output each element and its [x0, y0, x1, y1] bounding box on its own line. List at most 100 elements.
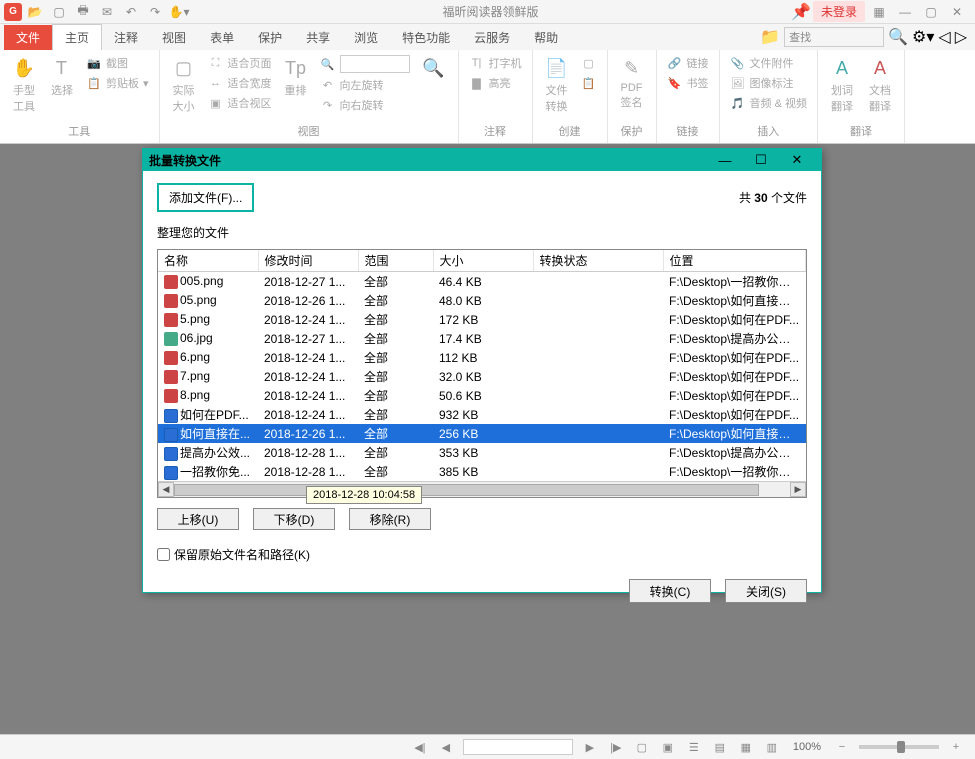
- tab-annotate[interactable]: 注释: [102, 25, 150, 50]
- search-input[interactable]: 查找: [784, 27, 884, 47]
- rotate-right-button[interactable]: ↷向右旋转: [318, 96, 412, 114]
- cursor-icon[interactable]: ✋▾: [168, 2, 190, 22]
- redo-icon[interactable]: ↷: [144, 2, 166, 22]
- file-table[interactable]: 名称 修改时间 范围 大小 转换状态 位置 005.png2018-12-27 …: [158, 250, 806, 481]
- open-icon[interactable]: 📂: [24, 2, 46, 22]
- tab-form[interactable]: 表单: [198, 25, 246, 50]
- col-name[interactable]: 名称: [158, 250, 258, 272]
- dialog-minimize-button[interactable]: —: [707, 149, 743, 171]
- fit-page-button[interactable]: ⛶适合页面: [206, 54, 274, 72]
- move-up-button[interactable]: 上移(U): [157, 508, 239, 530]
- print-icon[interactable]: 🖶: [72, 2, 94, 22]
- table-row[interactable]: 6.png2018-12-24 1...全部112 KBF:\Desktop\如…: [158, 348, 806, 367]
- pdf-sign-button[interactable]: ✎PDF 签名: [616, 54, 648, 112]
- zoom-slider[interactable]: [859, 745, 939, 749]
- tab-home[interactable]: 主页: [52, 24, 102, 50]
- zoom-input[interactable]: [340, 55, 410, 73]
- attach-button[interactable]: 📎文件附件: [728, 54, 809, 72]
- tab-feature[interactable]: 特色功能: [390, 25, 462, 50]
- scroll-left-icon[interactable]: ◀: [158, 482, 174, 497]
- page-number-input[interactable]: [463, 739, 573, 755]
- col-scope[interactable]: 范围: [358, 250, 433, 272]
- doc-translate-button[interactable]: A文档 翻译: [864, 54, 896, 116]
- view-mode4-icon[interactable]: ▤: [711, 738, 729, 756]
- col-modified[interactable]: 修改时间: [258, 250, 358, 272]
- file-convert-button[interactable]: 📄文件 转换: [541, 54, 573, 116]
- hand-tool-button[interactable]: ✋手型 工具: [8, 54, 40, 116]
- typewriter-button[interactable]: T|打字机: [467, 54, 524, 72]
- rotate-left-button[interactable]: ↶向左旋转: [318, 76, 412, 94]
- bookmark-button[interactable]: 🔖书签: [665, 74, 711, 92]
- actual-size-button[interactable]: ▢实际 大小: [168, 54, 200, 116]
- clipboard-pdf-button[interactable]: 📋: [579, 74, 599, 92]
- first-page-icon[interactable]: ◀|: [411, 738, 429, 756]
- view-mode3-icon[interactable]: ☰: [685, 738, 703, 756]
- view-mode1-icon[interactable]: ▢: [633, 738, 651, 756]
- tab-view[interactable]: 视图: [150, 25, 198, 50]
- table-row[interactable]: 如何直接在...2018-12-26 1...全部256 KBF:\Deskto…: [158, 424, 806, 443]
- tab-file[interactable]: 文件: [4, 25, 52, 50]
- fit-visible-button[interactable]: ▣适合视区: [206, 94, 274, 112]
- pin-icon[interactable]: 📌: [791, 2, 811, 22]
- minimize-button[interactable]: —: [893, 2, 917, 22]
- highlight-button[interactable]: ▇高亮: [467, 74, 524, 92]
- zoom-slider-thumb[interactable]: [897, 741, 905, 753]
- nav-prev-icon[interactable]: ◁: [938, 27, 950, 47]
- tab-cloud[interactable]: 云服务: [462, 25, 522, 50]
- view-mode6-icon[interactable]: ▥: [763, 738, 781, 756]
- tab-browse[interactable]: 浏览: [342, 25, 390, 50]
- image-callout-button[interactable]: 🖼图像标注: [728, 74, 809, 92]
- select-button[interactable]: Ꭲ选择: [46, 54, 78, 100]
- add-file-button[interactable]: 添加文件(F)...: [157, 183, 254, 212]
- tab-protect[interactable]: 保护: [246, 25, 294, 50]
- prev-page-icon[interactable]: ◀: [437, 738, 455, 756]
- table-row[interactable]: 如何在PDF...2018-12-24 1...全部932 KBF:\Deskt…: [158, 405, 806, 424]
- col-size[interactable]: 大小: [433, 250, 533, 272]
- zoom-out-icon[interactable]: −: [833, 738, 851, 756]
- table-row[interactable]: 06.jpg2018-12-27 1...全部17.4 KBF:\Desktop…: [158, 329, 806, 348]
- table-row[interactable]: 8.png2018-12-24 1...全部50.6 KBF:\Desktop\…: [158, 386, 806, 405]
- table-row[interactable]: 一招教你免...2018-12-28 1...全部385 KBF:\Deskto…: [158, 462, 806, 481]
- keep-path-checkbox[interactable]: [157, 548, 170, 561]
- snapshot-button[interactable]: 📷截图: [84, 54, 151, 72]
- zoom-in-icon[interactable]: +: [947, 738, 965, 756]
- nav-next-icon[interactable]: ▷: [955, 27, 967, 47]
- horizontal-scrollbar[interactable]: ◀ ▶: [158, 481, 806, 497]
- settings-icon[interactable]: ⚙▾: [912, 27, 934, 47]
- tab-help[interactable]: 帮助: [522, 25, 570, 50]
- blank-pdf-button[interactable]: ▢: [579, 54, 599, 72]
- apps-icon[interactable]: ▦: [867, 2, 891, 22]
- close-button[interactable]: ✕: [945, 2, 969, 22]
- table-row[interactable]: 5.png2018-12-24 1...全部172 KBF:\Desktop\如…: [158, 310, 806, 329]
- table-row[interactable]: 005.png2018-12-27 1...全部46.4 KBF:\Deskto…: [158, 272, 806, 292]
- login-button[interactable]: 未登录: [813, 1, 865, 22]
- search-icon[interactable]: 🔍: [888, 27, 908, 47]
- maximize-button[interactable]: ▢: [919, 2, 943, 22]
- scroll-thumb[interactable]: [174, 484, 759, 496]
- email-icon[interactable]: ✉: [96, 2, 118, 22]
- fit-width-button[interactable]: ↔适合宽度: [206, 74, 274, 92]
- table-row[interactable]: 7.png2018-12-24 1...全部32.0 KBF:\Desktop\…: [158, 367, 806, 386]
- next-page-icon[interactable]: ▶: [581, 738, 599, 756]
- dialog-maximize-button[interactable]: ☐: [743, 149, 779, 171]
- view-mode5-icon[interactable]: ▦: [737, 738, 755, 756]
- view-mode2-icon[interactable]: ▣: [659, 738, 677, 756]
- clipboard-button[interactable]: 📋剪贴板▾: [84, 74, 151, 92]
- undo-icon[interactable]: ↶: [120, 2, 142, 22]
- table-row[interactable]: 05.png2018-12-26 1...全部48.0 KBF:\Desktop…: [158, 291, 806, 310]
- dialog-close-button[interactable]: ✕: [779, 149, 815, 171]
- table-row[interactable]: 提高办公效...2018-12-28 1...全部353 KBF:\Deskto…: [158, 443, 806, 462]
- move-down-button[interactable]: 下移(D): [253, 508, 335, 530]
- scroll-track[interactable]: [174, 483, 790, 497]
- scroll-right-icon[interactable]: ▶: [790, 482, 806, 497]
- col-status[interactable]: 转换状态: [533, 250, 663, 272]
- zoom-button[interactable]: 🔍: [318, 54, 412, 74]
- tab-share[interactable]: 共享: [294, 25, 342, 50]
- last-page-icon[interactable]: |▶: [607, 738, 625, 756]
- reflow-button[interactable]: Tр重排: [280, 54, 312, 100]
- link-button[interactable]: 🔗链接: [665, 54, 711, 72]
- folder-icon[interactable]: 📁: [760, 27, 780, 47]
- col-location[interactable]: 位置: [663, 250, 806, 272]
- save-icon[interactable]: ▢: [48, 2, 70, 22]
- zoom-tool-button[interactable]: 🔍: [418, 54, 450, 82]
